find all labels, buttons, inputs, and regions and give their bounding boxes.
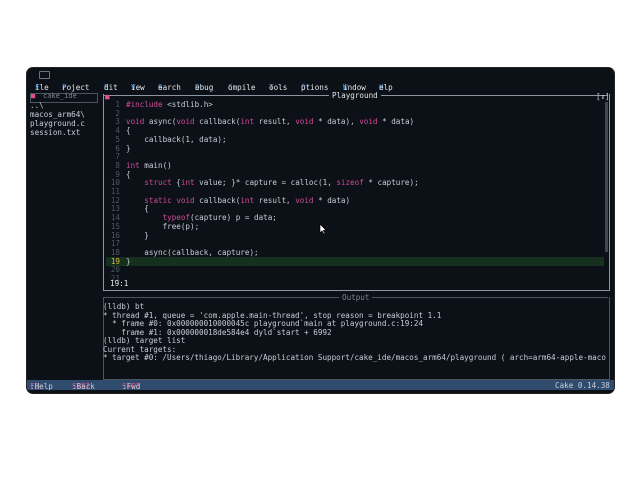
line-number[interactable]: 18	[106, 248, 120, 257]
menu-help-rest: elp	[379, 83, 393, 92]
code-line[interactable]: 12 static void callback(int result, void…	[106, 196, 604, 205]
code-line[interactable]: 14 typeof(capture) p = data;	[106, 213, 604, 222]
menu-edit-rest: dit	[104, 83, 118, 92]
editor-scrollbar[interactable]	[605, 102, 608, 252]
code-text: struct {int value; }* capture = calloc(1…	[144, 178, 419, 188]
title-bar	[27, 68, 614, 80]
line-number[interactable]: 8	[106, 161, 120, 170]
line-number[interactable]: 13	[106, 204, 120, 213]
code-text: void async(void callback(int result, voi…	[126, 117, 415, 127]
code-text: {	[126, 169, 131, 179]
code-text: static void callback(int result, void * …	[144, 195, 351, 205]
code-line[interactable]: 5 callback(1, data);	[106, 135, 604, 144]
cursor-position: 19:1	[110, 279, 129, 288]
code-line[interactable]: 18 async(callback, capture);	[106, 248, 604, 257]
code-text: #include <stdlib.h>	[126, 100, 213, 109]
menu-file-rest: ile	[35, 83, 49, 92]
code-line[interactable]: 17	[106, 239, 604, 248]
status-bar: F1:Help S+F2:Back S+F3:Fwd Cake 0.14.38	[27, 380, 614, 391]
menu-bar: File Project Edit View Search Debug Comp…	[27, 81, 614, 92]
code-line[interactable]: 3 void async(void callback(int result, vo…	[106, 117, 604, 126]
menu-search-rest: earch	[158, 83, 181, 92]
line-number[interactable]: 14	[106, 213, 120, 222]
line-number[interactable]: 17	[106, 239, 120, 248]
code-line[interactable]: 1 #include <stdlib.h>	[106, 100, 604, 109]
footer-label: :Back	[72, 382, 95, 391]
line-number[interactable]: 6	[106, 144, 120, 153]
code-text: }	[126, 230, 149, 240]
code-line[interactable]: 4{	[106, 126, 604, 135]
output-line: * target #0: /Users/thiago/Library/Appli…	[103, 353, 606, 362]
menu-tools-rest: ools	[269, 83, 288, 92]
footer-label: :Fwd	[122, 382, 141, 391]
menu-project-rest: roject	[62, 83, 90, 92]
editor-title: Playground	[329, 91, 381, 100]
line-number[interactable]: 12	[106, 196, 120, 205]
line-number[interactable]: 20	[106, 265, 120, 274]
menu-compile-rest: ompile	[228, 83, 256, 92]
line-number[interactable]: 15	[106, 222, 120, 231]
version-label: Cake 0.14.38	[555, 381, 610, 390]
sidebar-item-playground[interactable]: playground.c	[30, 119, 85, 128]
code-text: }	[126, 256, 131, 266]
project-sidebar: ■ cake_ide ..\ macos_arm64\ playground.c…	[27, 92, 99, 380]
code-text: {	[126, 204, 149, 214]
line-number[interactable]: 10	[106, 178, 120, 187]
line-number[interactable]: 3	[106, 117, 120, 126]
menu-view-rest: iew	[131, 83, 145, 92]
code-line[interactable]: 15 free(p);	[106, 222, 604, 231]
code-text: free(p);	[126, 221, 200, 231]
code-line[interactable]: 13 {	[106, 204, 604, 213]
code-line[interactable]: 19}	[106, 256, 604, 266]
output-pane[interactable]: Output (lldb) bt * thread #1, queue = 'c…	[100, 293, 612, 381]
editor-pane[interactable]: ■ Playground [↕] 1 #include <stdlib.h> 2 3 v…	[100, 91, 612, 292]
code-line[interactable]: 21	[106, 274, 604, 283]
line-number[interactable]: 4	[106, 126, 120, 135]
line-number[interactable]: 5	[106, 135, 120, 144]
code-line[interactable]: 7	[106, 152, 604, 161]
code-text: {	[126, 126, 131, 136]
code-line[interactable]: 20	[106, 265, 604, 274]
code-line[interactable]: 8 int main()	[106, 161, 604, 170]
mouse-cursor-icon	[319, 223, 327, 235]
code-line[interactable]: 9{	[106, 170, 604, 179]
menu-debug-rest: ebug	[195, 83, 214, 92]
line-number[interactable]: 11	[106, 187, 120, 196]
code-line[interactable]: 10 struct {int value; }* capture = callo…	[106, 178, 604, 187]
line-number[interactable]: 19	[106, 257, 120, 266]
code-text: int main()	[126, 160, 172, 170]
line-number[interactable]: 2	[106, 109, 120, 118]
line-number[interactable]: 9	[106, 170, 120, 179]
sidebar-item-session[interactable]: session.txt	[30, 128, 80, 137]
code-text: callback(1, data);	[126, 134, 227, 144]
sidebar-close-icon[interactable]: ■	[31, 92, 35, 100]
code-line[interactable]: 6}	[106, 144, 604, 153]
code-line[interactable]: 16 }	[106, 231, 604, 240]
code-line[interactable]: 11	[106, 187, 604, 196]
line-number[interactable]: 1	[106, 100, 120, 109]
sidebar-item-parent[interactable]: ..\	[30, 101, 44, 110]
window-menu-icon[interactable]	[39, 71, 50, 79]
sidebar-title: cake_ide	[43, 92, 77, 100]
code-line[interactable]: 2	[106, 109, 604, 118]
code-text: typeof(capture) p = data;	[162, 213, 277, 223]
code-text: }	[126, 143, 131, 153]
code-text: async(callback, capture);	[126, 247, 259, 257]
output-title: Output	[339, 293, 373, 302]
line-number[interactable]: 16	[106, 231, 120, 240]
menu-options-rest: ptions	[301, 83, 329, 92]
sidebar-item-macos-arm64[interactable]: macos_arm64\	[30, 110, 85, 119]
line-number[interactable]: 7	[106, 152, 120, 161]
footer-label: :Help	[30, 382, 53, 391]
